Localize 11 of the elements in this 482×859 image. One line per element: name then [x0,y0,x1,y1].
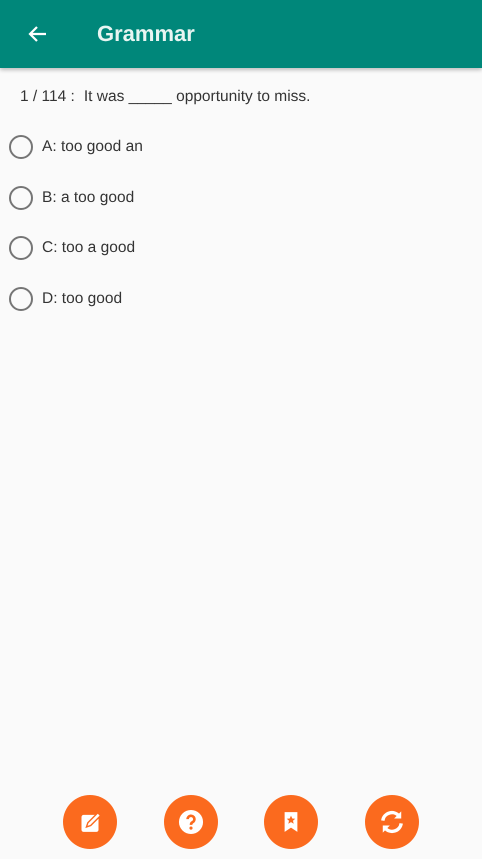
option-label: A: too good an [42,138,143,156]
radio-button[interactable] [9,286,33,311]
radio-button[interactable] [9,236,33,260]
radio-button[interactable] [9,186,33,210]
option-label: B: a too good [42,188,134,207]
option-label: C: too a good [42,239,136,258]
question-counter: 1 / 114 : [20,88,75,106]
screen-title: Grammar [97,21,195,47]
question-text: It was _____ opportunity to miss. [84,88,310,106]
option-label: D: too good [42,290,122,308]
radio-button[interactable] [9,135,33,160]
